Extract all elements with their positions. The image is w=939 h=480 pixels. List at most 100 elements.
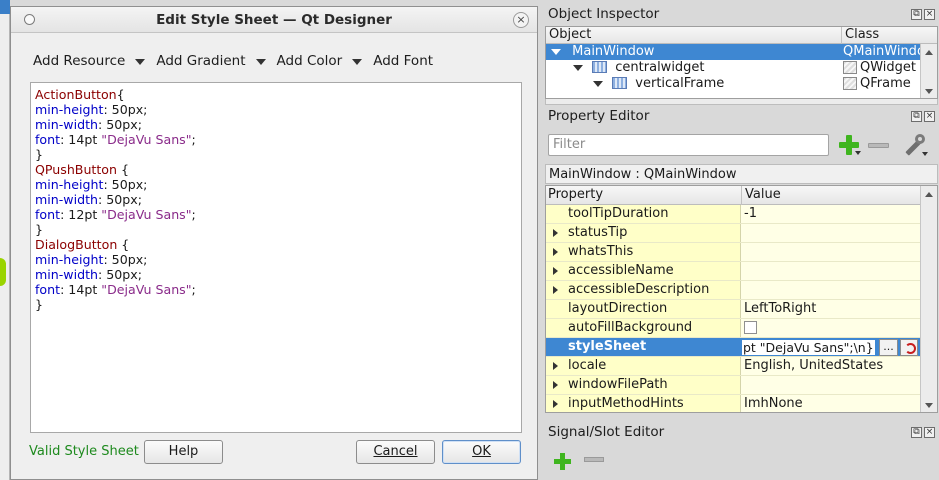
expand-arrow-icon[interactable] bbox=[553, 400, 558, 408]
code-token: "DejaVu Sans" bbox=[101, 282, 192, 297]
column-header-property[interactable]: Property bbox=[548, 187, 603, 202]
property-row-tooltipduration[interactable]: toolTipDuration -1 bbox=[546, 205, 921, 224]
property-value[interactable] bbox=[741, 243, 921, 261]
tree-row-verticalframe[interactable]: verticalFrame QFrame bbox=[546, 76, 921, 92]
cancel-label: Cancel bbox=[373, 444, 418, 459]
property-row-layoutdirection[interactable]: layoutDirection LeftToRight bbox=[546, 300, 921, 319]
code-token: DialogButton bbox=[35, 237, 118, 252]
ok-button[interactable]: OK bbox=[442, 440, 521, 464]
dropdown-arrow-icon[interactable] bbox=[922, 152, 928, 156]
dialog-titlebar[interactable]: Edit Style Sheet — Qt Designer × bbox=[11, 7, 537, 33]
autofill-checkbox[interactable] bbox=[744, 321, 757, 334]
float-panel-icon[interactable]: ⧉ bbox=[911, 9, 922, 20]
column-header-object[interactable]: Object bbox=[549, 27, 591, 42]
expand-arrow-icon[interactable] bbox=[593, 81, 603, 87]
stylesheet-value-input[interactable]: pt "DejaVu Sans";\n} bbox=[741, 339, 876, 356]
property-row-whatsthis[interactable]: whatsThis bbox=[546, 243, 921, 262]
property-row-accessibledescription[interactable]: accessibleDescription bbox=[546, 281, 921, 300]
expand-arrow-icon[interactable] bbox=[553, 286, 558, 294]
code-line: } bbox=[35, 147, 517, 162]
property-value[interactable] bbox=[741, 281, 921, 299]
tree-row-mainwindow[interactable]: MainWindow QMainWindo bbox=[546, 44, 925, 60]
property-row-windowfilepath[interactable]: windowFilePath bbox=[546, 376, 921, 395]
float-panel-icon[interactable]: ⧉ bbox=[911, 427, 922, 438]
object-tree-header: Object Class bbox=[546, 27, 937, 44]
code-token: ; bbox=[191, 282, 196, 297]
expand-arrow-icon[interactable] bbox=[553, 267, 558, 275]
property-name-cell: locale bbox=[546, 357, 741, 375]
edit-stylesheet-button[interactable]: ... bbox=[879, 339, 898, 356]
object-tree-hscrollbar[interactable] bbox=[545, 99, 938, 105]
code-token: } bbox=[35, 222, 44, 237]
property-value[interactable]: LeftToRight bbox=[741, 300, 921, 318]
stylesheet-text-editor[interactable]: ActionButton{min-height: 50px; min-width:… bbox=[30, 82, 522, 433]
expand-arrow-icon[interactable] bbox=[553, 381, 558, 389]
property-table[interactable]: Property Value toolTipDuration -1 status… bbox=[545, 185, 938, 413]
scroll-down-icon[interactable] bbox=[925, 403, 933, 408]
property-name: accessibleName bbox=[568, 263, 674, 278]
expand-arrow-icon[interactable] bbox=[573, 65, 583, 71]
expand-arrow-icon[interactable] bbox=[553, 362, 558, 370]
code-token: } bbox=[35, 297, 44, 312]
property-row-locale[interactable]: locale English, UnitedStates bbox=[546, 357, 921, 376]
code-token: min-width bbox=[35, 117, 99, 132]
dropdown-arrow-icon[interactable] bbox=[352, 58, 363, 65]
code-token: QPushButton bbox=[35, 162, 117, 177]
expand-arrow-icon[interactable] bbox=[553, 229, 558, 237]
add-color-button[interactable]: Add Color bbox=[277, 53, 363, 69]
code-token: : 14pt bbox=[60, 282, 102, 297]
property-value[interactable]: English, UnitedStates bbox=[741, 357, 921, 375]
property-filter-input[interactable]: Filter bbox=[548, 134, 829, 156]
property-value[interactable] bbox=[741, 224, 921, 242]
dropdown-arrow-icon[interactable] bbox=[255, 58, 266, 65]
add-font-button[interactable]: Add Font bbox=[373, 53, 433, 69]
property-table-scrollbar[interactable] bbox=[920, 186, 937, 412]
code-line: min-width: 50px; bbox=[35, 192, 517, 207]
property-editor-controls: ⧉ × bbox=[911, 111, 935, 122]
add-resource-button[interactable]: Add Resource bbox=[33, 53, 146, 69]
dialog-title: Edit Style Sheet — Qt Designer bbox=[156, 12, 392, 28]
code-token: : 50px; bbox=[103, 252, 148, 267]
float-panel-icon[interactable]: ⧉ bbox=[911, 111, 922, 122]
scroll-up-icon[interactable] bbox=[925, 192, 933, 197]
tree-row-centralwidget[interactable]: centralwidget QWidget bbox=[546, 60, 921, 76]
close-panel-icon[interactable]: × bbox=[924, 427, 935, 438]
property-row-inputmethodhints[interactable]: inputMethodHints ImhNone bbox=[546, 395, 921, 412]
object-inspector-controls: ⧉ × bbox=[911, 9, 935, 20]
expand-arrow-icon[interactable] bbox=[553, 248, 558, 256]
property-row-autofillbackground[interactable]: autoFillBackground bbox=[546, 319, 921, 338]
code-line: min-height: 50px; bbox=[35, 177, 517, 192]
scroll-up-icon[interactable] bbox=[925, 50, 933, 55]
reset-property-icon[interactable] bbox=[900, 339, 918, 356]
object-inspector-tree[interactable]: Object Class MainWindow QMainWindo centr… bbox=[545, 26, 938, 99]
code-line: DialogButton { bbox=[35, 237, 517, 252]
property-value-cell: pt "DejaVu Sans";\n} ... bbox=[741, 338, 921, 356]
remove-dynamic-property-icon[interactable] bbox=[868, 143, 889, 148]
property-value[interactable]: ImhNone bbox=[741, 395, 921, 412]
code-token: min-height bbox=[35, 177, 104, 192]
scroll-down-icon[interactable] bbox=[925, 89, 933, 94]
property-value[interactable] bbox=[741, 376, 921, 394]
property-value[interactable]: -1 bbox=[741, 205, 921, 223]
property-row-statustip[interactable]: statusTip bbox=[546, 224, 921, 243]
cancel-button[interactable]: Cancel bbox=[356, 440, 435, 464]
help-button[interactable]: Help bbox=[144, 440, 223, 464]
property-row-accessiblename[interactable]: accessibleName bbox=[546, 262, 921, 281]
stylesheet-toolbar: Add Resource Add Gradient Add Color Add … bbox=[33, 51, 433, 71]
add-resource-label: Add Resource bbox=[33, 53, 126, 69]
object-tree-scrollbar[interactable] bbox=[920, 44, 937, 98]
column-header-class[interactable]: Class bbox=[841, 27, 879, 44]
dropdown-arrow-icon[interactable] bbox=[135, 58, 146, 65]
code-token: ; bbox=[191, 207, 196, 222]
expand-arrow-icon[interactable] bbox=[551, 49, 561, 55]
add-connection-icon[interactable] bbox=[553, 452, 572, 471]
close-panel-icon[interactable]: × bbox=[924, 111, 935, 122]
property-value[interactable] bbox=[741, 262, 921, 280]
close-dialog-button[interactable]: × bbox=[513, 12, 529, 28]
close-panel-icon[interactable]: × bbox=[924, 9, 935, 20]
dropdown-arrow-icon[interactable] bbox=[855, 151, 861, 155]
remove-connection-icon[interactable] bbox=[584, 457, 604, 462]
property-row-stylesheet[interactable]: styleSheet pt "DejaVu Sans";\n} ... bbox=[546, 338, 921, 357]
add-gradient-button[interactable]: Add Gradient bbox=[156, 53, 266, 69]
column-header-value[interactable]: Value bbox=[741, 186, 781, 205]
